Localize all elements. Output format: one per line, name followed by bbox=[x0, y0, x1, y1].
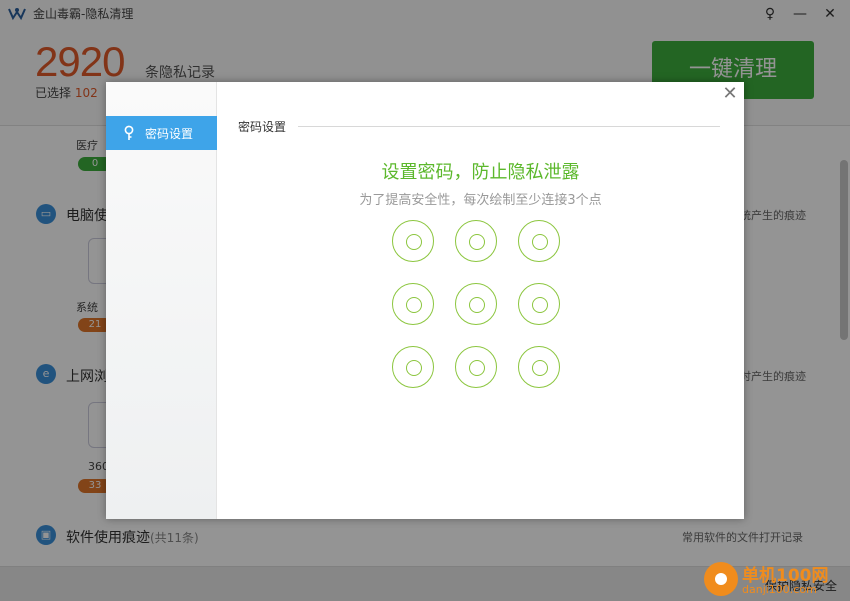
tab-password-settings[interactable]: 密码设置 bbox=[106, 116, 217, 150]
site-watermark: 单机100网 danji100.com bbox=[700, 560, 850, 601]
password-dialog: 密码设置 ✕ 密码设置 设置密码，防止隐私泄露 为了提高安全性，每次绘制至少连接… bbox=[106, 82, 744, 519]
pattern-dot-6[interactable] bbox=[518, 283, 560, 325]
watermark-line2: danji100.com bbox=[742, 583, 817, 596]
dialog-close-icon[interactable]: ✕ bbox=[720, 84, 740, 104]
section-divider bbox=[298, 126, 720, 127]
pattern-dot-5[interactable] bbox=[455, 283, 497, 325]
key-icon bbox=[124, 125, 134, 140]
pattern-dot-2[interactable] bbox=[455, 220, 497, 262]
pattern-dot-4[interactable] bbox=[392, 283, 434, 325]
dialog-hint: 为了提高安全性，每次绘制至少连接3个点 bbox=[359, 193, 602, 208]
dialog-title: 设置密码，防止隐私泄露 bbox=[381, 162, 580, 183]
pattern-dot-7[interactable] bbox=[392, 346, 434, 388]
section-header: 密码设置 bbox=[238, 120, 287, 134]
tab-password-label: 密码设置 bbox=[145, 127, 194, 141]
pattern-dot-9[interactable] bbox=[518, 346, 560, 388]
pattern-dot-8[interactable] bbox=[455, 346, 497, 388]
watermark-logo-icon bbox=[704, 562, 738, 596]
pattern-dot-1[interactable] bbox=[392, 220, 434, 262]
pattern-dot-3[interactable] bbox=[518, 220, 560, 262]
dialog-sidebar: 密码设置 bbox=[106, 82, 217, 519]
